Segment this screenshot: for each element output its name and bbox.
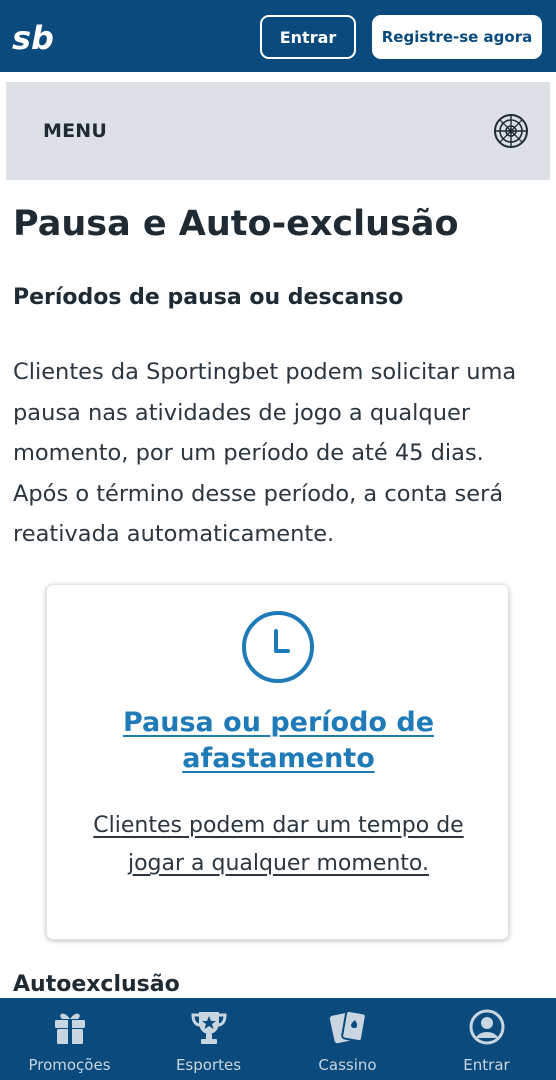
section-title: Períodos de pausa ou descanso	[13, 285, 404, 310]
sportingbet-logo[interactable]: sb	[12, 19, 64, 57]
top-header: sb Entrar Registre-se agora	[0, 0, 556, 72]
nav-label-promocoes: Promoções	[28, 1056, 111, 1074]
cards-icon	[329, 1009, 367, 1044]
roulette-wheel-icon[interactable]	[493, 113, 529, 149]
trophy-icon	[190, 1012, 227, 1044]
clock-icon	[240, 609, 316, 685]
pause-card[interactable]: Pausa ou período de afastamento Clientes…	[46, 584, 509, 940]
gift-icon	[54, 1013, 85, 1044]
login-button[interactable]: Entrar	[260, 15, 356, 59]
menu-bar[interactable]: MENU	[6, 82, 550, 180]
intro-paragraph: Clientes da Sportingbet podem solicitar …	[13, 359, 517, 547]
nav-label-esportes: Esportes	[175, 1056, 242, 1074]
nav-item-esportes[interactable]: Esportes	[139, 998, 278, 1080]
user-icon	[469, 1009, 504, 1045]
self-exclusion-heading: Autoexclusão	[13, 972, 180, 997]
pause-card-description-link[interactable]: Clientes podem dar um tempo de jogar a q…	[72, 807, 485, 883]
nav-label-entrar: Entrar	[463, 1056, 510, 1074]
nav-label-cassino: Cassino	[318, 1056, 377, 1074]
nav-item-promocoes[interactable]: Promoções	[0, 998, 139, 1080]
nav-item-entrar[interactable]: Entrar	[417, 998, 556, 1080]
pause-card-title-link[interactable]: Pausa ou período de afastamento	[47, 705, 510, 777]
register-button[interactable]: Registre-se agora	[372, 15, 542, 59]
menu-label: MENU	[43, 120, 108, 142]
svg-text:sb: sb	[12, 20, 54, 54]
page-title: Pausa e Auto-exclusão	[13, 204, 459, 244]
bottom-navigation: Promoções Esportes Cassino Entrar	[0, 998, 556, 1080]
nav-item-cassino[interactable]: Cassino	[278, 998, 417, 1080]
